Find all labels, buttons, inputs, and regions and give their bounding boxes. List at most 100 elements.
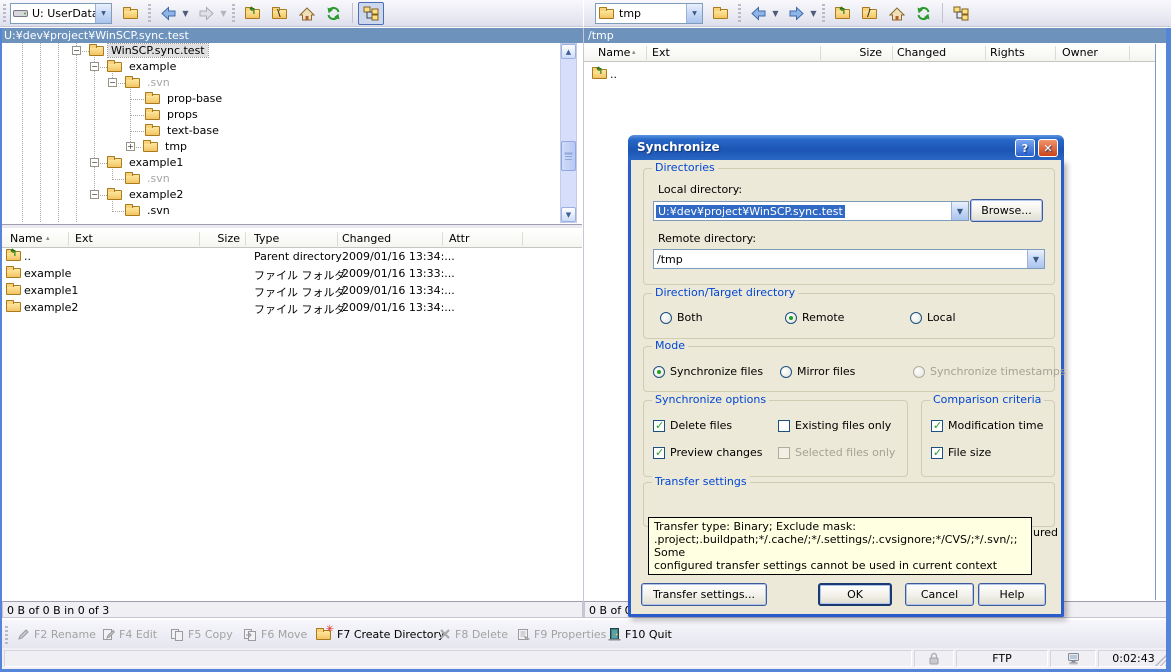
local-tree-toggle-button[interactable]	[358, 2, 384, 25]
local-root-directory-button[interactable]: \	[267, 2, 292, 25]
local-open-directory-button[interactable]	[118, 2, 142, 25]
remote-forward-dropdown-icon[interactable]: ▼	[808, 2, 819, 25]
tree-item-props[interactable]: props	[2, 107, 560, 123]
column-header-size[interactable]: Size	[824, 46, 882, 59]
table-row[interactable]: example ファイル フォルダ 2009/01/16 13:33:...	[2, 265, 582, 282]
expand-icon[interactable]: +	[126, 142, 135, 151]
column-header-type[interactable]: Type	[254, 232, 279, 245]
tree-item-tmp[interactable]: + tmp	[2, 139, 560, 155]
chevron-down-icon[interactable]: ▼	[951, 202, 968, 220]
checkbox-preview-changes[interactable]	[653, 447, 665, 459]
tree-item-text-base[interactable]: text-base	[2, 123, 560, 139]
remote-dir-dropdown-icon[interactable]: ▼	[686, 4, 702, 23]
remote-refresh-button[interactable]	[911, 2, 936, 25]
local-forward-button[interactable]	[194, 2, 218, 25]
scrollbar-thumb[interactable]	[561, 141, 576, 171]
dialog-help-button[interactable]: ?	[1015, 139, 1035, 157]
remote-back-button[interactable]	[746, 2, 770, 25]
toolbar-grip[interactable]	[148, 4, 151, 22]
dialog-title-bar[interactable]: Synchronize ? ✕	[628, 135, 1064, 160]
remote-directory-combobox[interactable]: /tmp ▼	[653, 249, 1045, 269]
local-refresh-button[interactable]	[321, 2, 346, 25]
close-icon[interactable]: ✕	[1038, 139, 1058, 157]
f9-properties-button[interactable]: F9 Properties	[512, 623, 611, 645]
checkbox-delete-files[interactable]	[653, 420, 665, 432]
f8-delete-button[interactable]: F8 Delete	[434, 623, 513, 645]
ok-button[interactable]: OK	[818, 583, 892, 606]
tree-item-svn[interactable]: .svn	[2, 203, 560, 219]
local-directory-combobox[interactable]: U:¥dev¥project¥WinSCP.sync.test ▼	[653, 201, 969, 221]
browse-button[interactable]: Browse...	[970, 199, 1043, 222]
radio-remote[interactable]	[785, 312, 797, 324]
radio-both[interactable]	[660, 312, 672, 324]
checkbox-file-size[interactable]	[931, 447, 943, 459]
collapse-icon[interactable]: −	[90, 62, 99, 71]
remote-forward-button[interactable]	[784, 2, 808, 25]
tree-item-example1[interactable]: − example1	[2, 155, 560, 171]
tree-item-svn[interactable]: .svn	[2, 171, 560, 187]
remote-tree-toggle-button[interactable]	[948, 2, 974, 25]
tree-item-example2[interactable]: − example2	[2, 187, 560, 203]
tree-scrollbar[interactable]: ▲ ▼	[560, 43, 577, 223]
local-forward-dropdown-icon[interactable]: ▼	[218, 2, 229, 25]
checkbox-existing-files-only[interactable]	[778, 420, 790, 432]
local-back-dropdown-icon[interactable]: ▼	[180, 2, 191, 25]
column-header-rights[interactable]: Rights	[990, 46, 1025, 59]
table-row[interactable]: example1 ファイル フォルダ 2009/01/16 13:34:...	[2, 282, 582, 299]
toolbar-grip[interactable]	[822, 4, 825, 22]
chevron-down-icon[interactable]: ▼	[1027, 250, 1044, 268]
radio-local[interactable]	[910, 312, 922, 324]
local-drive-combobox[interactable]: U: UserData ▼	[10, 3, 112, 24]
scroll-up-icon[interactable]: ▲	[561, 44, 576, 59]
toolbar-grip[interactable]	[5, 626, 8, 644]
radio-mirror-files[interactable]	[780, 366, 792, 378]
column-header-attr[interactable]: Attr	[449, 232, 469, 245]
remote-back-dropdown-icon[interactable]: ▼	[770, 2, 781, 25]
remote-root-directory-button[interactable]: /	[857, 2, 882, 25]
local-home-directory-button[interactable]	[294, 2, 319, 25]
table-row[interactable]: example2 ファイル フォルダ 2009/01/16 13:34:...	[2, 299, 582, 316]
local-back-button[interactable]	[156, 2, 180, 25]
tree-item-winscp-sync-test[interactable]: − WinSCP.sync.test	[2, 43, 560, 59]
radio-synchronize-timestamps[interactable]	[913, 366, 925, 378]
scroll-down-icon[interactable]: ▼	[561, 207, 576, 222]
f10-quit-button[interactable]: F10 Quit	[603, 623, 677, 645]
collapse-icon[interactable]: −	[72, 46, 81, 55]
f2-rename-button[interactable]: F2 Rename	[12, 623, 101, 645]
tree-item-prop-base[interactable]: prop-base	[2, 91, 560, 107]
checkbox-modification-time[interactable]	[931, 420, 943, 432]
f7-create-directory-button[interactable]: ✳ F7 Create Directory	[311, 623, 450, 645]
column-header-name[interactable]: Name	[10, 232, 42, 245]
remote-home-directory-button[interactable]	[884, 2, 909, 25]
collapse-icon[interactable]: −	[108, 78, 117, 87]
tree-item-example[interactable]: − example	[2, 59, 560, 75]
toolbar-grip[interactable]	[738, 4, 741, 22]
table-row[interactable]: ↰ ..	[584, 66, 1155, 83]
collapse-icon[interactable]: −	[90, 158, 99, 167]
column-header-owner[interactable]: Owner	[1062, 46, 1098, 59]
transfer-settings-button[interactable]: Transfer settings...	[641, 583, 767, 606]
cancel-button[interactable]: Cancel	[905, 583, 974, 606]
column-header-ext[interactable]: Ext	[652, 46, 670, 59]
f5-copy-button[interactable]: F5 Copy	[165, 623, 238, 645]
drive-dropdown-icon[interactable]: ▼	[95, 4, 111, 23]
tree-item-svn[interactable]: − .svn	[2, 75, 560, 91]
remote-open-directory-button[interactable]	[708, 2, 732, 25]
remote-directory-combobox[interactable]: tmp ▼	[595, 3, 703, 24]
f6-move-button[interactable]: F6 Move	[238, 623, 312, 645]
toolbar-grip[interactable]	[232, 4, 235, 22]
column-header-ext[interactable]: Ext	[75, 232, 93, 245]
table-row[interactable]: ↰ .. Parent directory 2009/01/16 13:34:.…	[2, 248, 582, 265]
column-header-name[interactable]: Name	[598, 46, 630, 59]
local-parent-directory-button[interactable]: ↰	[240, 2, 265, 25]
radio-synchronize-files[interactable]	[653, 366, 665, 378]
remote-parent-directory-button[interactable]: ↰	[830, 2, 855, 25]
collapse-icon[interactable]: −	[90, 190, 99, 199]
f4-edit-button[interactable]: F4 Edit	[97, 623, 162, 645]
column-header-changed[interactable]: Changed	[342, 232, 391, 245]
help-button[interactable]: Help	[978, 583, 1046, 606]
panel-splitter[interactable]	[2, 224, 582, 229]
toolbar-grip[interactable]	[3, 4, 6, 22]
checkbox-selected-files-only[interactable]	[778, 447, 790, 459]
column-header-changed[interactable]: Changed	[897, 46, 946, 59]
